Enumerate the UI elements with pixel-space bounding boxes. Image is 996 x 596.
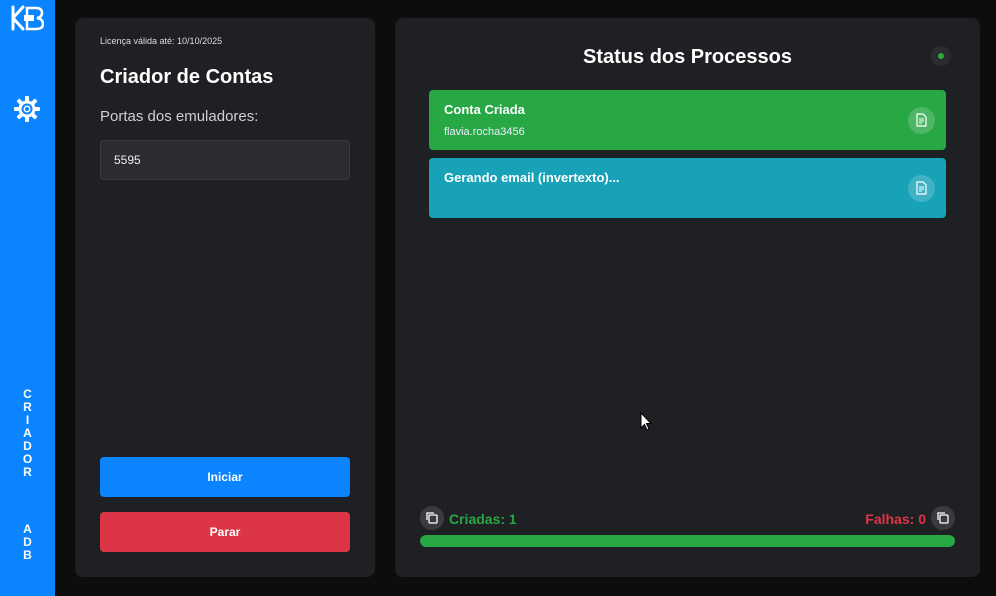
copy-failed-icon[interactable] bbox=[931, 506, 955, 530]
card-title: Conta Criada bbox=[444, 102, 525, 117]
document-icon[interactable] bbox=[908, 107, 935, 134]
status-indicator bbox=[931, 46, 951, 66]
process-status-panel: Status dos Processos Conta Criada flavia… bbox=[395, 18, 980, 577]
license-text: Licença válida até: 10/10/2025 bbox=[100, 36, 223, 46]
panel-title: Criador de Contas bbox=[100, 66, 274, 88]
account-creator-panel: Licença válida até: 10/10/2025 Criador d… bbox=[75, 18, 375, 577]
start-button[interactable]: Iniciar bbox=[100, 457, 350, 497]
mouse-cursor-icon bbox=[640, 412, 652, 431]
copy-created-icon[interactable] bbox=[420, 506, 444, 530]
created-count: Criadas: 1 bbox=[449, 511, 517, 527]
failed-count: Falhas: 0 bbox=[865, 511, 926, 527]
vertical-label-criador: C R I A D O R bbox=[22, 387, 33, 479]
process-card: Conta Criada flavia.rocha3456 bbox=[429, 90, 946, 150]
document-icon[interactable] bbox=[908, 175, 935, 202]
process-card: Gerando email (invertexto)... bbox=[429, 158, 946, 218]
ports-input[interactable] bbox=[100, 140, 350, 180]
status-dot-icon bbox=[938, 53, 944, 59]
card-title: Gerando email (invertexto)... bbox=[444, 170, 620, 185]
vertical-label-adb: A D B bbox=[23, 522, 32, 562]
stop-button[interactable]: Parar bbox=[100, 512, 350, 552]
gear-icon[interactable] bbox=[13, 95, 41, 123]
status-title: Status dos Processos bbox=[583, 46, 792, 68]
ports-label: Portas dos emuladores: bbox=[100, 108, 259, 125]
card-subtitle: flavia.rocha3456 bbox=[444, 126, 525, 138]
progress-bar bbox=[420, 535, 955, 547]
app-logo bbox=[11, 5, 44, 31]
progress-fill bbox=[420, 535, 955, 547]
sidebar: C R I A D O R A D B bbox=[0, 0, 55, 596]
